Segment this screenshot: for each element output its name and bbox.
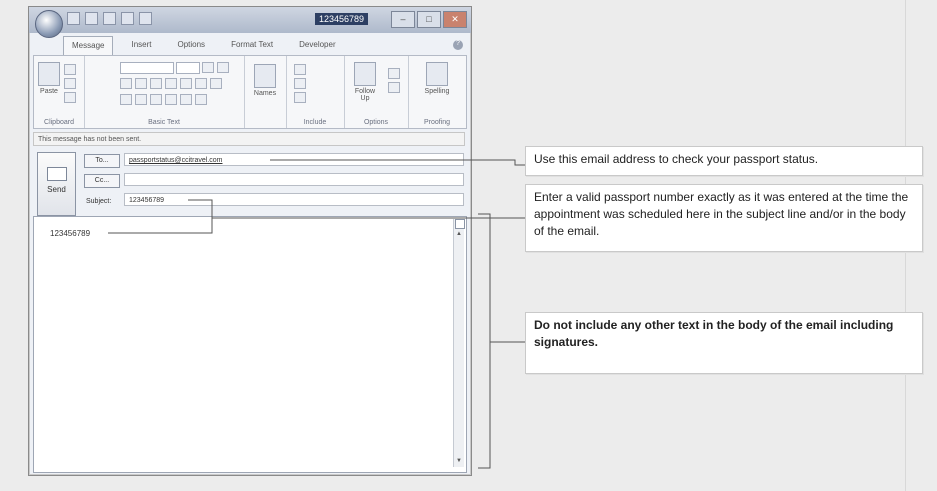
callout-passport: Enter a valid passport number exactly as… — [525, 184, 923, 252]
callout-email: Use this email address to check your pas… — [525, 146, 923, 176]
callout-no-text: Do not include any other text in the bod… — [525, 312, 923, 374]
office-button[interactable] — [35, 10, 63, 38]
body-bracket — [478, 213, 491, 469]
email-connector — [270, 159, 525, 166]
subject-connector — [108, 199, 213, 234]
